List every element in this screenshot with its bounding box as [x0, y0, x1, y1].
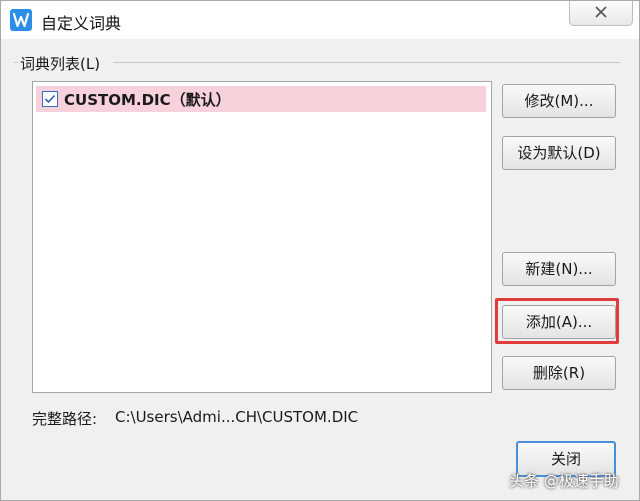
wps-writer-icon [10, 9, 32, 31]
modify-button[interactable]: 修改(M)... [502, 84, 616, 118]
window-close-button[interactable] [569, 1, 633, 26]
dictionary-listbox[interactable]: CUSTOM.DIC（默认） [32, 81, 492, 393]
set-default-button[interactable]: 设为默认(D) [502, 136, 616, 170]
list-item[interactable]: CUSTOM.DIC（默认） [36, 86, 486, 112]
dictionary-list-label: 词典列表(L) [20, 53, 107, 74]
close-icon [595, 6, 607, 18]
dictionary-item-label: CUSTOM.DIC（默认） [64, 91, 231, 109]
check-icon [44, 94, 56, 104]
custom-dictionary-dialog: 自定义词典 词典列表(L) CUSTOM.DIC（默认） 修改(M)... 设为… [0, 0, 640, 501]
add-button-highlight [495, 298, 619, 344]
title-bar[interactable]: 自定义词典 [1, 1, 639, 39]
watermark: 头条 @极速手助 [509, 472, 619, 490]
delete-button[interactable]: 删除(R) [502, 356, 616, 390]
dictionary-checkbox[interactable] [42, 91, 58, 107]
group-border [113, 62, 620, 63]
new-button[interactable]: 新建(N)... [502, 252, 616, 286]
full-path-label: 完整路径: [32, 410, 98, 428]
full-path-value: C:\Users\Admi...CH\CUSTOM.DIC [115, 408, 359, 426]
group-border [14, 62, 18, 63]
window-title: 自定义词典 [41, 14, 122, 33]
